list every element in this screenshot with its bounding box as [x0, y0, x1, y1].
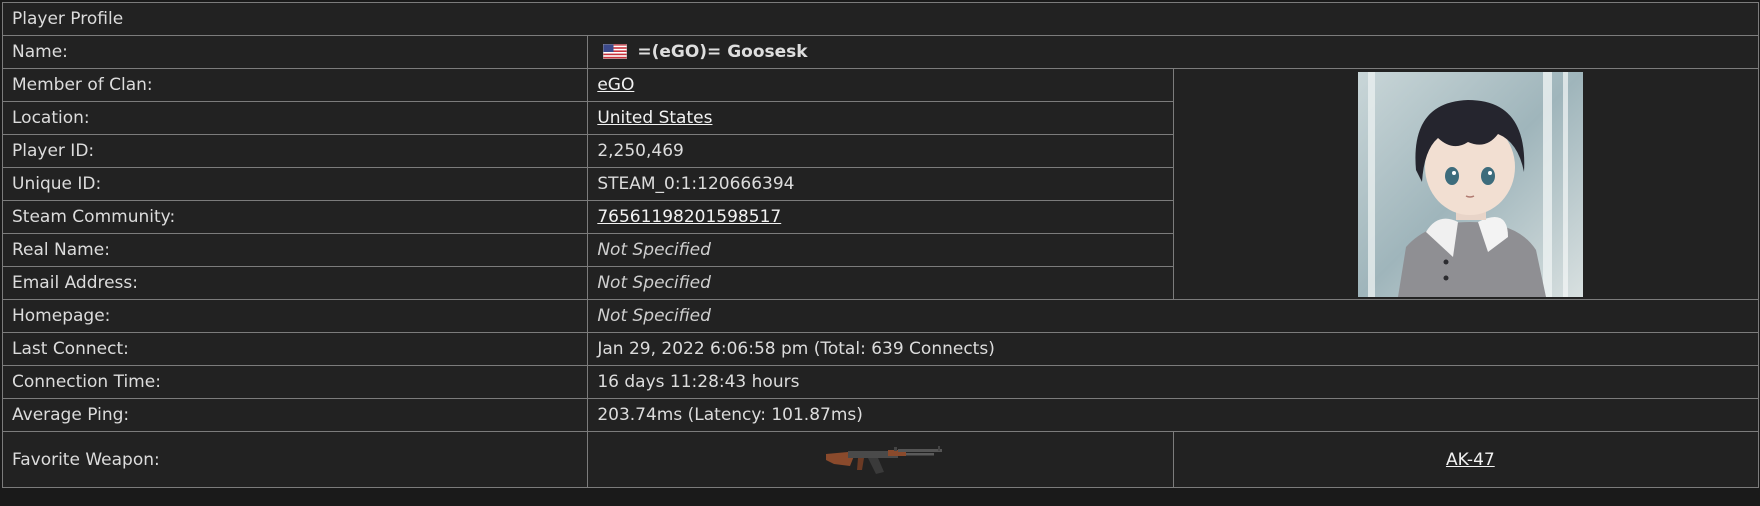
avatar-cell: [1172, 68, 1760, 300]
player-id-label: Player ID:: [1, 134, 589, 168]
row-homepage: Homepage: Not Specified: [1, 299, 1759, 333]
header-row: Player Profile: [2, 2, 1759, 36]
unique-id-value: STEAM_0:1:120666394: [587, 167, 1174, 201]
clan-link[interactable]: eGO: [597, 75, 634, 95]
location-value-cell: United States: [587, 101, 1174, 135]
real-name-value: Not Specified: [587, 233, 1174, 267]
email-value: Not Specified: [587, 266, 1174, 300]
ak47-weapon-icon: [825, 445, 942, 474]
location-label: Location:: [1, 101, 589, 135]
unique-id-label: Unique ID:: [1, 167, 589, 201]
row-clan: Member of Clan: eGO: [1, 68, 1760, 300]
steam-community-value-cell: 76561198201598517: [587, 200, 1174, 234]
profile-header: Player Profile: [2, 2, 1759, 36]
player-name: =(eGO)= Goosesk: [637, 42, 808, 62]
player-avatar-image: [1357, 71, 1583, 297]
real-name-label: Real Name:: [1, 233, 589, 267]
steam-community-link[interactable]: 76561198201598517: [597, 207, 781, 227]
last-connect-label: Last Connect:: [1, 332, 589, 366]
homepage-value: Not Specified: [587, 299, 1759, 333]
row-last-connect: Last Connect: Jan 29, 2022 6:06:58 pm (T…: [1, 332, 1759, 366]
row-connection-time: Connection Time: 16 days 11:28:43 hours: [1, 365, 1759, 399]
average-ping-value: 203.74ms (Latency: 101.87ms): [587, 398, 1759, 432]
homepage-label: Homepage:: [1, 299, 589, 333]
name-label: Name:: [1, 35, 589, 69]
clan-label: Member of Clan:: [1, 68, 589, 102]
row-name: Name: =(eGO)= Goosesk: [1, 35, 1759, 69]
steam-community-label: Steam Community:: [1, 200, 589, 234]
name-value-cell: =(eGO)= Goosesk: [587, 35, 1759, 69]
connection-time-label: Connection Time:: [1, 365, 589, 399]
last-connect-value: Jan 29, 2022 6:06:58 pm (Total: 639 Conn…: [587, 332, 1759, 366]
email-label: Email Address:: [1, 266, 589, 300]
clan-value-cell: eGO: [587, 68, 1174, 102]
row-average-ping: Average Ping: 203.74ms (Latency: 101.87m…: [1, 398, 1759, 432]
player-profile-table: Player Profile Name: =(eGO)= Goosesk Mem…: [1, 2, 1760, 488]
weapon-link[interactable]: AK-47: [1446, 450, 1495, 470]
average-ping-label: Average Ping:: [1, 398, 589, 432]
us-flag-icon: [603, 43, 628, 59]
row-favorite-weapon: Favorite Weapon: AK-47: [1, 431, 1760, 488]
weapon-image-cell: [587, 431, 1174, 488]
player-id-value: 2,250,469: [587, 134, 1174, 168]
connection-time-value: 16 days 11:28:43 hours: [587, 365, 1759, 399]
location-link[interactable]: United States: [597, 108, 712, 128]
weapon-name-cell: AK-47: [1172, 431, 1760, 488]
favorite-weapon-label: Favorite Weapon:: [1, 431, 589, 488]
